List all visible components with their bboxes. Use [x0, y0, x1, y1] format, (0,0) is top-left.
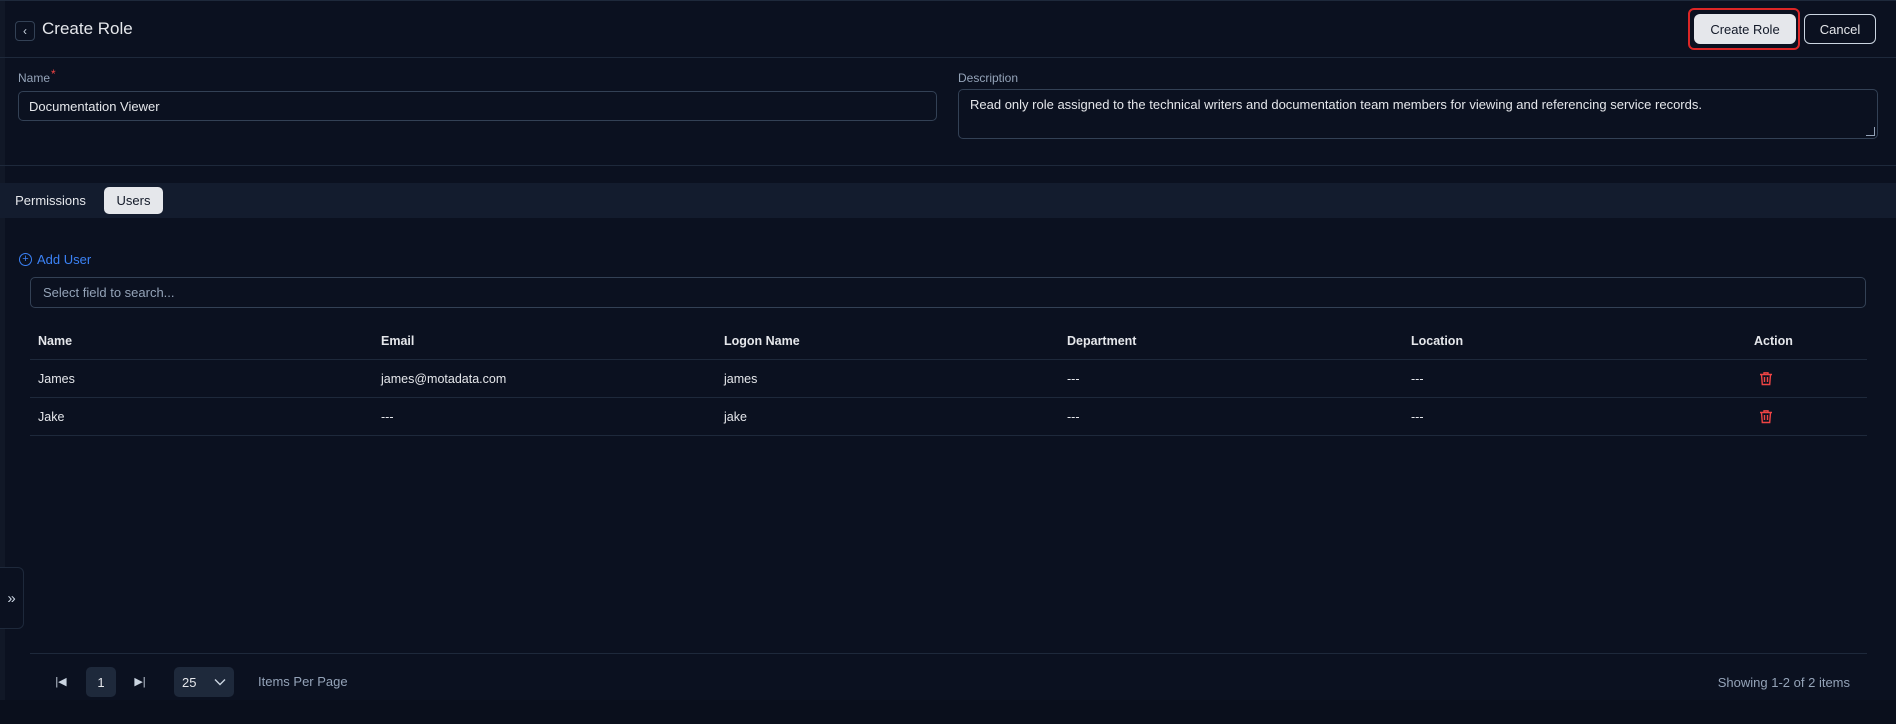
cell-location: --- [1411, 409, 1424, 424]
name-field[interactable]: Documentation Viewer [18, 91, 937, 121]
delete-button[interactable] [1759, 398, 1773, 435]
page-number-button[interactable]: 1 [86, 667, 116, 697]
column-header-logon-name[interactable]: Logon Name [724, 323, 800, 359]
cell-logon-name: james [724, 371, 758, 386]
footer-divider [30, 653, 1867, 654]
per-page-select[interactable]: 25 [174, 667, 234, 697]
cell-logon-name: jake [724, 409, 747, 424]
chevron-down-icon [214, 679, 226, 686]
name-field-value: Documentation Viewer [29, 98, 160, 114]
first-page-icon: |◀ [55, 675, 67, 688]
divider [0, 165, 1896, 166]
cell-department: --- [1067, 371, 1080, 386]
page-title: Create Role [42, 19, 133, 38]
name-label-text: Name [18, 71, 51, 85]
column-header-location[interactable]: Location [1411, 323, 1463, 359]
page-header: ‹ Create Role [0, 0, 1896, 58]
last-page-icon: ▶| [134, 675, 146, 688]
name-label: Name* [18, 67, 56, 85]
column-header-name[interactable]: Name [38, 323, 72, 359]
plus-circle-icon: + [19, 253, 32, 266]
create-role-button[interactable]: Create Role [1694, 14, 1796, 44]
delete-button[interactable] [1759, 360, 1773, 397]
description-field[interactable]: Read only role assigned to the technical… [958, 89, 1878, 139]
add-user-button[interactable]: + Add User [19, 252, 91, 267]
cancel-button[interactable]: Cancel [1804, 14, 1876, 44]
create-role-page: ‹ Create Role Create Role Cancel Name* D… [0, 0, 1896, 700]
tab-users[interactable]: Users [104, 187, 163, 214]
users-table: Name Email Logon Name Department Locatio… [30, 323, 1867, 436]
column-header-email[interactable]: Email [381, 323, 414, 359]
table-row: James james@motadata.com james --- --- [30, 360, 1867, 398]
add-user-label: Add User [37, 252, 92, 267]
description-field-value: Read only role assigned to the technical… [970, 97, 1702, 112]
trash-icon [1760, 410, 1772, 424]
back-button[interactable]: ‹ [15, 21, 35, 41]
first-page-button[interactable]: |◀ [53, 673, 69, 689]
trash-icon [1760, 372, 1772, 386]
search-input[interactable]: Select field to search... [30, 277, 1866, 308]
cell-email: --- [381, 409, 394, 424]
tab-bar: Permissions Users [0, 183, 1896, 218]
chevron-left-icon: ‹ [23, 24, 27, 38]
items-per-page-label: Items Per Page [258, 674, 348, 689]
cell-location: --- [1411, 371, 1424, 386]
required-mark: * [51, 67, 56, 81]
double-chevron-right-icon: » [7, 589, 16, 607]
cell-department: --- [1067, 409, 1080, 424]
cell-email: james@motadata.com [381, 371, 507, 386]
search-placeholder: Select field to search... [43, 285, 175, 300]
description-label: Description [958, 71, 1019, 85]
tab-permissions[interactable]: Permissions [6, 187, 95, 214]
resize-handle[interactable] [1866, 127, 1875, 136]
sidebar-expand-button[interactable]: » [0, 567, 24, 629]
column-header-action: Action [1754, 334, 1793, 348]
table-header: Name Email Logon Name Department Locatio… [30, 323, 1867, 360]
bottom-strip [0, 700, 1896, 724]
table-row: Jake --- jake --- --- [30, 398, 1867, 436]
column-header-department[interactable]: Department [1067, 323, 1136, 359]
per-page-value: 25 [182, 674, 197, 690]
pagination-summary: Showing 1-2 of 2 items [1717, 675, 1850, 690]
cell-name: James [38, 371, 75, 386]
last-page-button[interactable]: ▶| [132, 673, 148, 689]
cell-name: Jake [38, 409, 65, 424]
